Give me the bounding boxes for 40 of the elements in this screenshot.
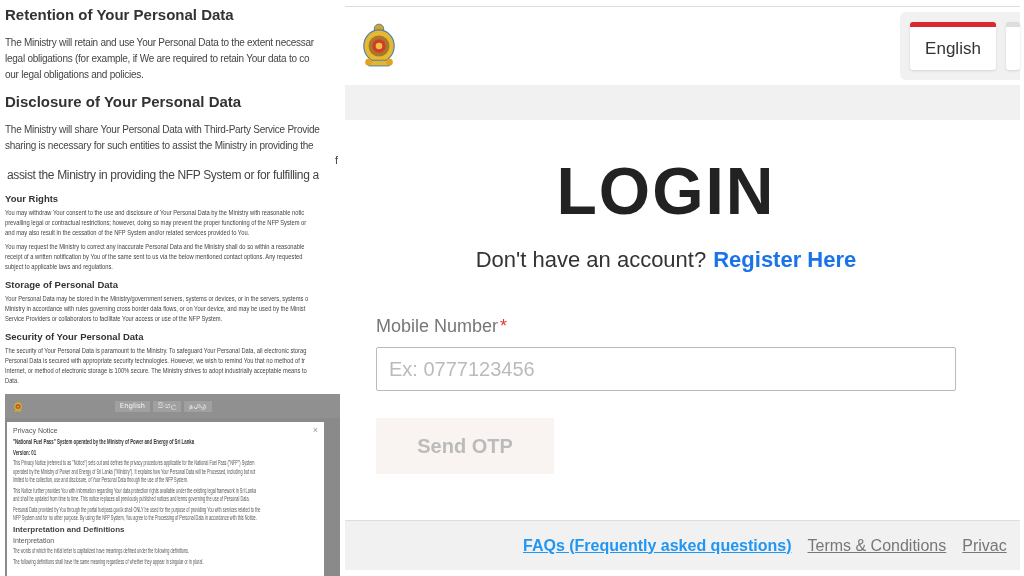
section-heading: Disclosure of Your Personal Data <box>5 92 243 112</box>
field-label: Mobile Number <box>376 315 499 337</box>
footer-link[interactable]: Privac <box>962 533 1007 558</box>
paragraph-line: subject to applicable laws and regulations. <box>5 262 113 272</box>
emblem-logo <box>360 22 398 70</box>
paragraph-line: You may request the Ministry to correct any inaccurate Personal Data and the Ministry shall do so within a reasonable <box>5 242 305 252</box>
login-title: LOGIN <box>556 153 776 229</box>
register-link[interactable]: Register Here <box>713 245 857 275</box>
section-heading: Security of Your Personal Data <box>5 330 145 344</box>
paragraph-line: prevailing legal or contractual restrictions; however, doing so may prevent the proper functioning of the NFP System or <box>5 218 307 228</box>
paragraph-line: legal obligations (for example, if We are required to retain Your data to co <box>5 52 310 66</box>
mobile-number-field[interactable]: Ex: 0777123456 <box>376 347 956 391</box>
language-tab[interactable]: English <box>910 22 996 70</box>
section-heading: Your Rights <box>5 192 60 206</box>
paragraph-line: The security of Your Personal Data is paramount to the Ministry. To safeguard Your Personal Data, all electronic storag <box>5 346 307 356</box>
paragraph-line: Data. <box>5 376 19 386</box>
paragraph-line: Ministry in accordance with rules governing cross border data flows, or on Your device, and may be used by the Minist <box>5 304 306 314</box>
modal-heading: Interpretation and Definitions <box>13 524 125 535</box>
language-tab[interactable] <box>1006 22 1020 70</box>
section-heading: Storage of Personal Data <box>5 278 119 292</box>
close-button[interactable]: × <box>312 426 318 435</box>
emblem-logo <box>13 399 23 413</box>
paragraph-line: Personal Data is secured with appropriate security technologies. However, we wish to remind You that no method of tr <box>5 356 305 366</box>
paragraph-line: You may withdraw Your consent to the use and disclosure of Your Personal Data by the Ministry with reasonable notic <box>5 208 305 218</box>
required-mark: * <box>500 315 508 337</box>
footer-link[interactable]: FAQs (Frequently asked questions) <box>523 533 792 558</box>
footer-link[interactable]: Terms & Conditions <box>807 533 947 558</box>
text-fragment: f <box>334 154 338 166</box>
paragraph-line: The Ministry will share Your Personal Data with Third-Party Service Provide <box>5 123 320 137</box>
section-heading: Retention of Your Personal Data <box>5 5 235 25</box>
paragraph-line: Service Providers or collaborators to facilitate Your access or use of the NFP System. <box>5 314 223 324</box>
paragraph-line: receipt of a written notification by You of the same sent to us via the below mentioned contact options. Any requested <box>5 252 303 262</box>
paragraph-line: Your Personal Data may be stored in the Ministry/government servers, systems or devices, or in the servers, systems o <box>5 294 309 304</box>
paragraph-line: assist the Ministry in providing the NFP System or for fulfilling a <box>6 167 319 184</box>
paragraph-line: and may also result in the cessation of the NFP System and/or related services provided to You. <box>5 228 250 238</box>
paragraph-line: Internet, or method of electronic storage is 100% secure. The Ministry strives to adopt industrially acceptable means to <box>5 366 307 376</box>
paragraph-line: sharing is necessary for such entities to assist the Ministry in providing the <box>5 139 314 153</box>
paragraph-line: The Ministry will retain and use Your Personal Data to the extent necessar <box>5 36 314 50</box>
paragraph-line: our legal obligations and policies. <box>5 68 144 82</box>
register-prompt: Don't have an account? <box>475 246 707 274</box>
